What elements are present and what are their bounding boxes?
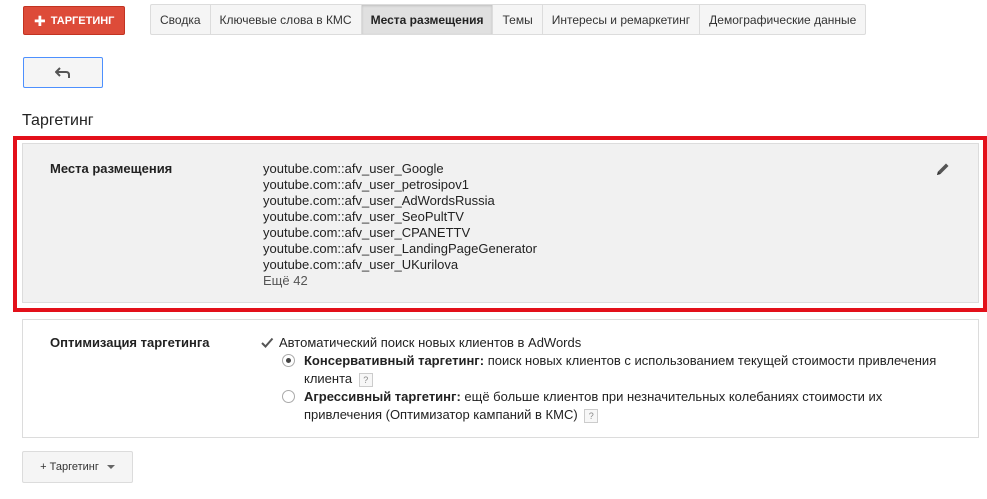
conservative-title: Консервативный таргетинг: — [304, 353, 485, 368]
tab-summary[interactable]: Сводка — [151, 5, 211, 34]
add-targeting-label: ТАРГЕТИНГ — [50, 14, 115, 27]
aggressive-option[interactable]: Агрессивный таргетинг: ещё больше клиент… — [282, 388, 944, 424]
section-title: Таргетинг — [22, 112, 94, 129]
tab-bar: Сводка Ключевые слова в КМС Места размещ… — [150, 4, 867, 35]
optimization-label: Оптимизация таргетинга — [50, 335, 210, 350]
back-arrow-icon — [55, 66, 70, 78]
help-icon[interactable]: ? — [584, 408, 599, 423]
auto-search-label: Автоматический поиск новых клиентов в Ad… — [279, 335, 582, 350]
check-icon — [261, 337, 274, 348]
tab-topics[interactable]: Темы — [493, 5, 543, 34]
conservative-radio[interactable] — [282, 354, 295, 367]
add-targeting-dropdown-label: + Таргетинг — [40, 461, 99, 473]
conservative-option[interactable]: Консервативный таргетинг: поиск новых кл… — [282, 352, 944, 388]
auto-search-checkbox[interactable] — [260, 336, 274, 350]
help-icon[interactable]: ? — [358, 372, 373, 387]
add-targeting-button[interactable]: ✚ ТАРГЕТИНГ — [23, 6, 126, 35]
back-button[interactable] — [23, 57, 103, 88]
plus-icon: ✚ — [34, 12, 46, 29]
tab-placements[interactable]: Места размещения — [361, 5, 494, 34]
tab-demographics[interactable]: Демографические данные — [700, 5, 865, 34]
optimization-panel: Оптимизация таргетинга Автоматический по… — [22, 319, 979, 438]
highlight-frame — [13, 136, 987, 312]
auto-search-row: Автоматический поиск новых клиентов в Ad… — [260, 334, 944, 352]
add-targeting-dropdown-button[interactable]: + Таргетинг — [22, 451, 133, 483]
chevron-down-icon — [106, 465, 115, 469]
toolbar: ✚ ТАРГЕТИНГ — [23, 5, 126, 36]
aggressive-radio[interactable] — [282, 390, 295, 403]
optimization-options: Автоматический поиск новых клиентов в Ad… — [260, 334, 944, 424]
tab-interests-remarketing[interactable]: Интересы и ремаркетинг — [543, 5, 701, 34]
aggressive-title: Агрессивный таргетинг: — [304, 389, 461, 404]
tab-display-keywords[interactable]: Ключевые слова в КМС — [211, 5, 362, 34]
